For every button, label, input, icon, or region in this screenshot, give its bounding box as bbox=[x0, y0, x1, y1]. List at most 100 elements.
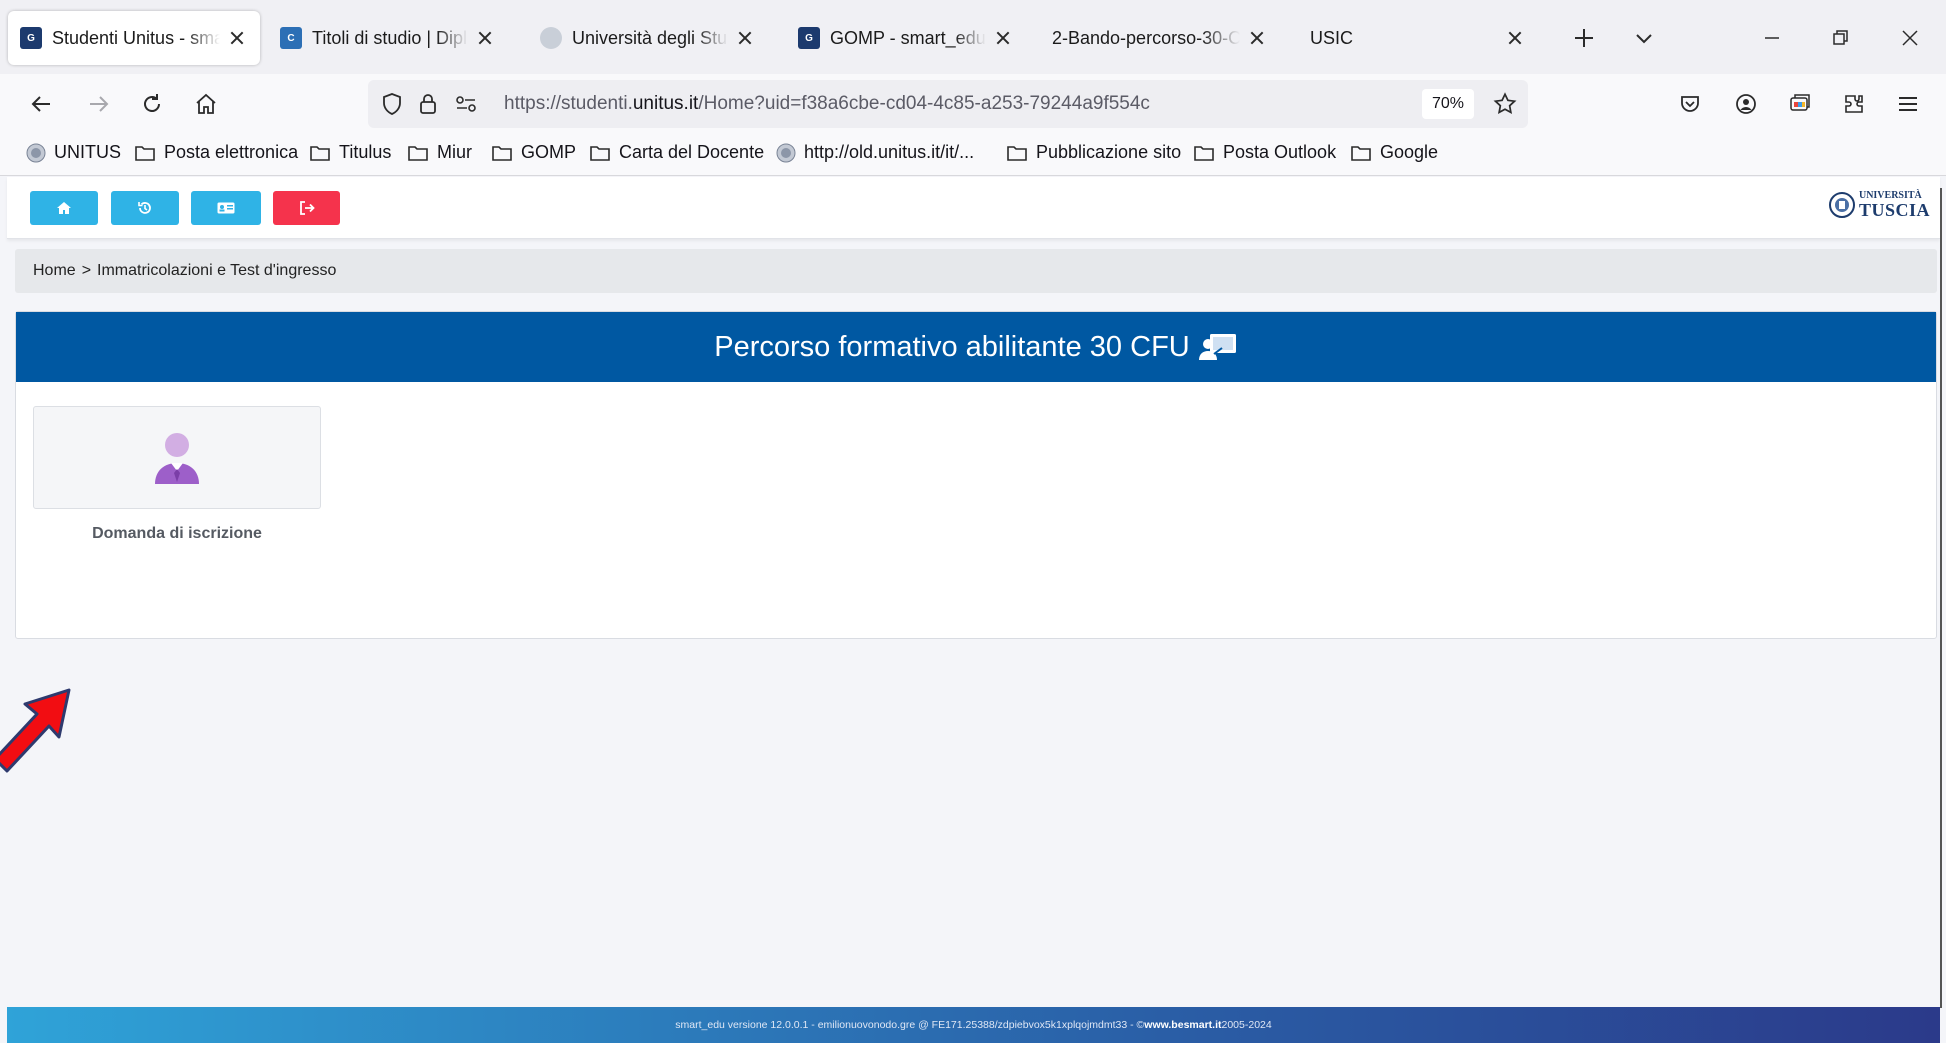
bookmark-label: http://old.unitus.it/it/... bbox=[804, 142, 975, 162]
tab-strip: G Studenti Unitus - smart_edu C Titoli d… bbox=[0, 0, 1946, 74]
domanda-iscrizione-label[interactable]: Domanda di iscrizione bbox=[33, 525, 321, 543]
tab-bando-pdf[interactable]: 2-Bando-percorso-30-CFU bbox=[1040, 11, 1280, 65]
tab-gomp[interactable]: G GOMP - smart_edu by besmart bbox=[786, 11, 1026, 65]
tab-title: Studenti Unitus - smart_edu bbox=[52, 27, 220, 48]
gomp-favicon-icon: G bbox=[798, 27, 820, 49]
forward-arrow-icon[interactable] bbox=[82, 88, 114, 120]
folder-icon bbox=[1350, 143, 1372, 163]
bookmark-folder-miur[interactable]: Miur bbox=[407, 142, 472, 163]
shield-icon[interactable] bbox=[380, 92, 404, 121]
tab-titoli-di-studio[interactable]: C Titoli di studio | Diplomi bbox=[268, 11, 508, 65]
bookmark-folder-posta-outlook[interactable]: Posta Outlook bbox=[1193, 142, 1336, 163]
bookmark-folder-google[interactable]: Google bbox=[1350, 142, 1438, 163]
sign-out-icon bbox=[299, 201, 315, 215]
bookmark-old-unitus[interactable]: http://old.unitus.it/it/... bbox=[776, 142, 974, 163]
domanda-iscrizione-card[interactable] bbox=[33, 406, 321, 509]
history-button[interactable] bbox=[111, 191, 179, 225]
bookmark-folder-posta-elettronica[interactable]: Posta elettronica bbox=[134, 142, 298, 163]
tab-usic[interactable]: USIC bbox=[1298, 11, 1538, 65]
page-scrollbar[interactable] bbox=[1940, 188, 1942, 1008]
panel-title: Percorso formativo abilitante 30 CFU bbox=[714, 330, 1190, 363]
close-tab-icon[interactable] bbox=[734, 27, 756, 49]
navigation-toolbar: https://studenti.unitus.it/Home?uid=f38a… bbox=[0, 74, 1946, 134]
url-prefix: https://studenti. bbox=[504, 93, 633, 114]
list-tabs-chevron-icon[interactable] bbox=[1628, 22, 1660, 54]
pocket-icon[interactable] bbox=[1674, 88, 1706, 120]
permissions-icon[interactable] bbox=[454, 92, 478, 121]
bookmark-folder-gomp[interactable]: GOMP bbox=[491, 142, 576, 163]
account-icon[interactable] bbox=[1730, 88, 1762, 120]
user-tie-icon bbox=[155, 432, 199, 484]
bookmark-folder-carta-del-docente[interactable]: Carta del Docente bbox=[589, 142, 764, 163]
home-icon bbox=[57, 202, 71, 214]
unitus-seal-icon bbox=[26, 143, 46, 163]
teacher-board-icon bbox=[1198, 332, 1238, 362]
web-page: UNIVERSITÀ TUSCIA Home > Immatricolazion… bbox=[0, 177, 1940, 1043]
close-tab-icon[interactable] bbox=[992, 27, 1014, 49]
app-toolbar: UNIVERSITÀ TUSCIA bbox=[7, 177, 1940, 239]
unitus-seal-favicon-icon bbox=[540, 27, 562, 49]
footer-years: 2005-2024 bbox=[1221, 1019, 1272, 1031]
bookmark-label: Carta del Docente bbox=[619, 142, 765, 162]
logout-button[interactable] bbox=[273, 191, 340, 225]
home-icon[interactable] bbox=[190, 88, 222, 120]
tab-title: 2-Bando-percorso-30-CFU bbox=[1052, 27, 1240, 48]
restore-window-icon[interactable] bbox=[1824, 22, 1856, 54]
folder-icon bbox=[1006, 143, 1028, 163]
minimize-window-icon[interactable] bbox=[1756, 22, 1788, 54]
url-bar[interactable]: https://studenti.unitus.it/Home?uid=f38a… bbox=[368, 80, 1528, 128]
bookmark-label: Miur bbox=[437, 142, 472, 162]
back-arrow-icon[interactable] bbox=[26, 88, 58, 120]
close-tab-icon[interactable] bbox=[1246, 27, 1268, 49]
zoom-level-button[interactable]: 70% bbox=[1422, 89, 1475, 119]
hamburger-menu-icon[interactable] bbox=[1892, 88, 1924, 120]
url-path: /Home?uid=f38a6cbe-cd04-4c85-a253-79244a… bbox=[698, 93, 1150, 114]
reload-icon[interactable] bbox=[136, 88, 168, 120]
extensions-puzzle-icon[interactable] bbox=[1838, 88, 1870, 120]
logo-text: UNIVERSITÀ TUSCIA bbox=[1858, 191, 1930, 220]
home-button[interactable] bbox=[30, 191, 98, 225]
gomp-favicon-icon: G bbox=[20, 27, 42, 49]
id-card-button[interactable] bbox=[191, 191, 261, 225]
colorful-extension-icon[interactable] bbox=[1784, 88, 1816, 120]
folder-icon bbox=[309, 143, 331, 163]
bookmark-folder-pubblicazione-sito[interactable]: Pubblicazione sito bbox=[1006, 142, 1181, 163]
percorso-formativo-panel: Percorso formativo abilitante 30 CFU Dom… bbox=[15, 311, 1937, 639]
unitus-seal-icon bbox=[776, 143, 796, 163]
folder-icon bbox=[407, 143, 429, 163]
footer-besmart-link[interactable]: www.besmart.it bbox=[1144, 1019, 1221, 1031]
footer-version-text: smart_edu versione 12.0.0.1 - emilionuov… bbox=[675, 1019, 1145, 1031]
bookmark-label: Google bbox=[1380, 142, 1439, 162]
url-text: https://studenti.unitus.it/Home?uid=f38a… bbox=[504, 93, 1150, 115]
bookmark-label: GOMP bbox=[521, 142, 577, 162]
bookmarks-toolbar: UNITUS Posta elettronica Titulus Miur GO… bbox=[0, 134, 1946, 176]
close-tab-icon[interactable] bbox=[1504, 27, 1526, 49]
folder-icon bbox=[589, 143, 611, 163]
bookmark-label: Posta Outlook bbox=[1223, 142, 1337, 162]
bookmark-unitus[interactable]: UNITUS bbox=[26, 142, 121, 163]
lock-icon[interactable] bbox=[416, 92, 440, 121]
tab-title: Titoli di studio | Diplomi bbox=[312, 27, 468, 48]
bookmark-star-icon[interactable] bbox=[1492, 91, 1518, 122]
bookmark-folder-titulus[interactable]: Titulus bbox=[309, 142, 391, 163]
close-tab-icon[interactable] bbox=[226, 27, 248, 49]
id-card-icon bbox=[217, 202, 235, 214]
breadcrumb-separator: > bbox=[81, 262, 92, 279]
panel-header: Percorso formativo abilitante 30 CFU bbox=[16, 312, 1936, 382]
tab-title: USIC bbox=[1310, 27, 1354, 48]
close-window-icon[interactable] bbox=[1894, 22, 1926, 54]
tab-universita-tuscia[interactable]: Università degli Studi della Tuscia bbox=[528, 11, 768, 65]
tab-title: GOMP - smart_edu by besmart bbox=[830, 27, 986, 48]
cdc-favicon-icon: C bbox=[280, 27, 302, 49]
logo-line-2: TUSCIA bbox=[1858, 200, 1930, 220]
folder-icon bbox=[491, 143, 513, 163]
tab-studenti-unitus[interactable]: G Studenti Unitus - smart_edu bbox=[8, 11, 260, 65]
new-tab-icon[interactable] bbox=[1568, 22, 1600, 54]
close-tab-icon[interactable] bbox=[474, 27, 496, 49]
bookmark-label: Posta elettronica bbox=[164, 142, 299, 162]
bookmark-label: Pubblicazione sito bbox=[1036, 142, 1182, 162]
universita-tuscia-logo[interactable]: UNIVERSITÀ TUSCIA bbox=[1828, 189, 1930, 221]
history-icon bbox=[138, 202, 151, 214]
breadcrumb-home-link[interactable]: Home bbox=[33, 262, 76, 280]
footer: smart_edu versione 12.0.0.1 - emilionuov… bbox=[7, 1007, 1940, 1043]
